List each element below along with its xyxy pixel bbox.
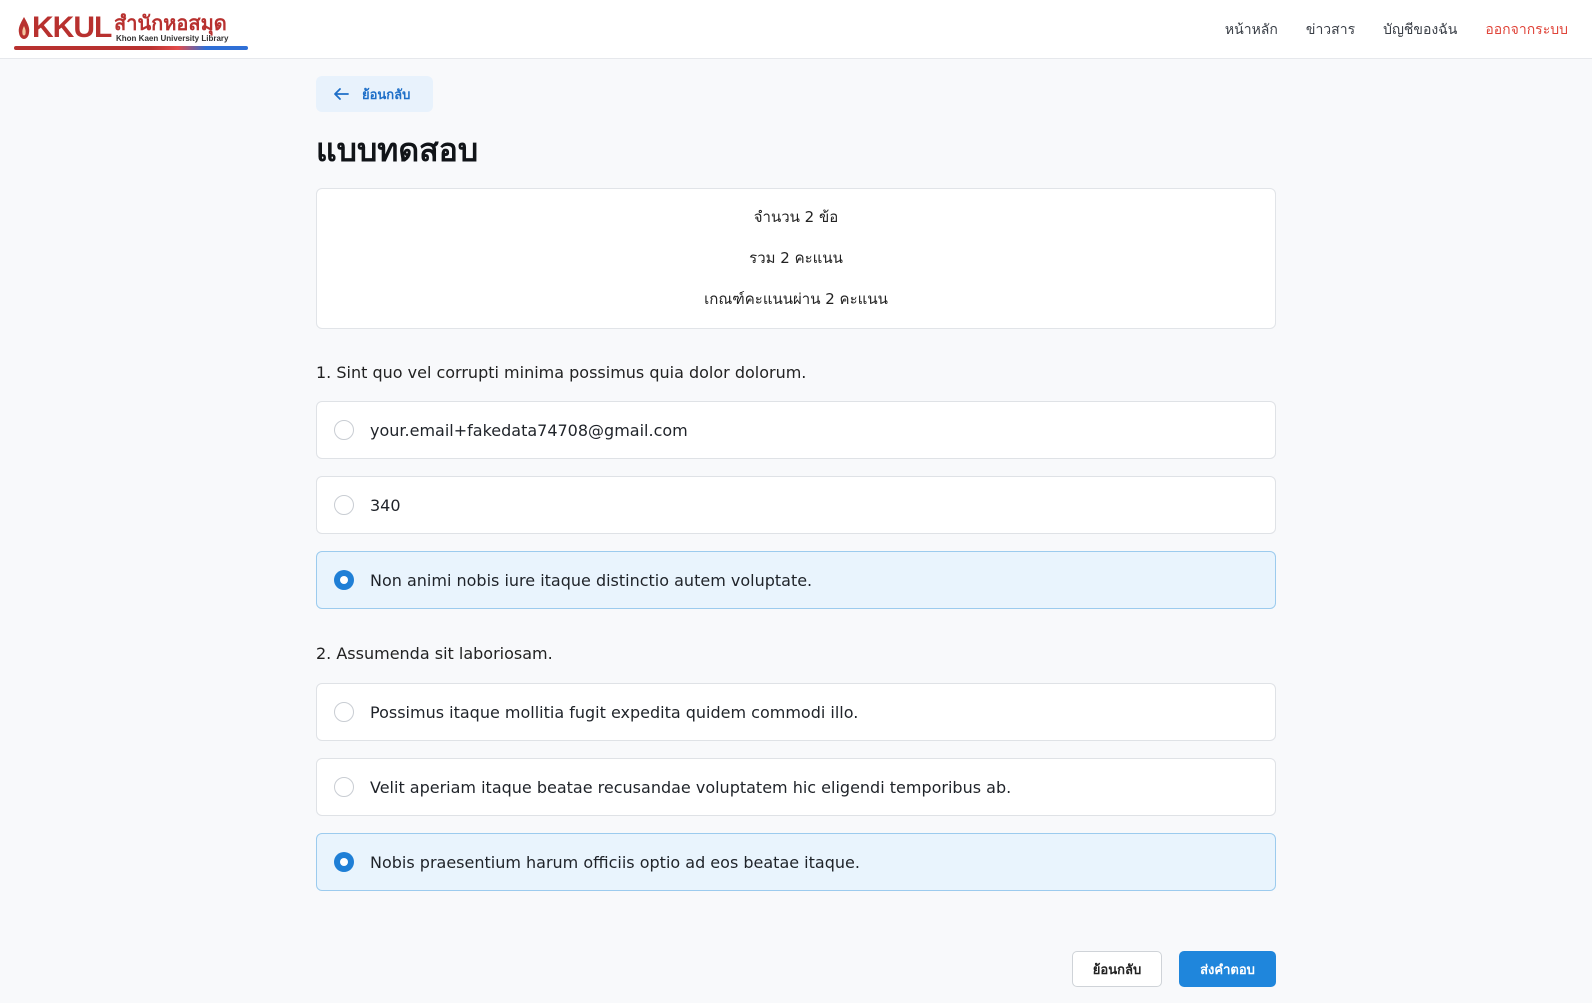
back-button[interactable]: ย้อนกลับ [1072, 951, 1162, 987]
radio-button[interactable] [334, 777, 354, 797]
question-1-option-1[interactable]: your.email+fakedata74708@gmail.com [316, 401, 1276, 459]
question-2-title: 2. Assumenda sit laboriosam. [316, 644, 553, 663]
question-1-option-3[interactable]: Non animi nobis iure itaque distinctio a… [316, 551, 1276, 609]
option-label: Nobis praesentium harum officiis optio a… [370, 852, 860, 872]
kkul-logo[interactable]: KKUL สำนักหอสมุด Khon Kaen University Li… [14, 10, 248, 50]
question-1-option-2[interactable]: 340 [316, 476, 1276, 534]
radio-button[interactable] [334, 702, 354, 722]
nav-account-link[interactable]: บัญชีของฉัน [1383, 19, 1457, 41]
quiz-summary-card: จำนวน 2 ข้อ รวม 2 คะแนน เกณฑ์คะแนนผ่าน 2… [316, 188, 1276, 329]
page-title: แบบทดสอบ [316, 131, 479, 169]
logo-subtitle: Khon Kaen University Library [116, 34, 229, 43]
question-2-option-3[interactable]: Nobis praesentium harum officiis optio a… [316, 833, 1276, 891]
torch-icon [18, 17, 30, 39]
back-link[interactable]: ย้อนกลับ [316, 76, 433, 112]
radio-button[interactable] [334, 495, 354, 515]
question-2-option-1[interactable]: Possimus itaque mollitia fugit expedita … [316, 683, 1276, 741]
arrow-left-icon [334, 88, 349, 100]
option-label: your.email+fakedata74708@gmail.com [370, 420, 688, 440]
top-navbar: KKUL สำนักหอสมุด Khon Kaen University Li… [0, 0, 1592, 59]
logo-underline [14, 46, 248, 50]
radio-button-checked[interactable] [334, 570, 354, 590]
submit-answers-button[interactable]: ส่งคำตอบ [1179, 951, 1276, 987]
option-label: Velit aperiam itaque beatae recusandae v… [370, 777, 1012, 797]
logo-short-name: KKUL [32, 11, 112, 44]
main-nav: หน้าหลัก ข่าวสาร บัญชีของฉัน ออกจากระบบ [1225, 0, 1568, 59]
radio-button-checked[interactable] [334, 852, 354, 872]
nav-logout-link[interactable]: ออกจากระบบ [1485, 19, 1568, 41]
question-count: จำนวน 2 ข้อ [753, 208, 839, 226]
nav-home-link[interactable]: หน้าหลัก [1225, 19, 1278, 41]
option-label: Possimus itaque mollitia fugit expedita … [370, 702, 859, 722]
total-score: รวม 2 คะแนน [749, 249, 843, 267]
radio-button[interactable] [334, 420, 354, 440]
option-label: Non animi nobis iure itaque distinctio a… [370, 570, 813, 590]
back-link-label: ย้อนกลับ [362, 87, 411, 103]
question-1-title: 1. Sint quo vel corrupti minima possimus… [316, 363, 807, 382]
logo-thai-name: สำนักหอสมุด [114, 11, 227, 35]
nav-news-link[interactable]: ข่าวสาร [1306, 19, 1355, 41]
pass-criteria: เกณฑ์คะแนนผ่าน 2 คะแนน [704, 290, 888, 308]
question-2-option-2[interactable]: Velit aperiam itaque beatae recusandae v… [316, 758, 1276, 816]
option-label: 340 [370, 495, 401, 515]
